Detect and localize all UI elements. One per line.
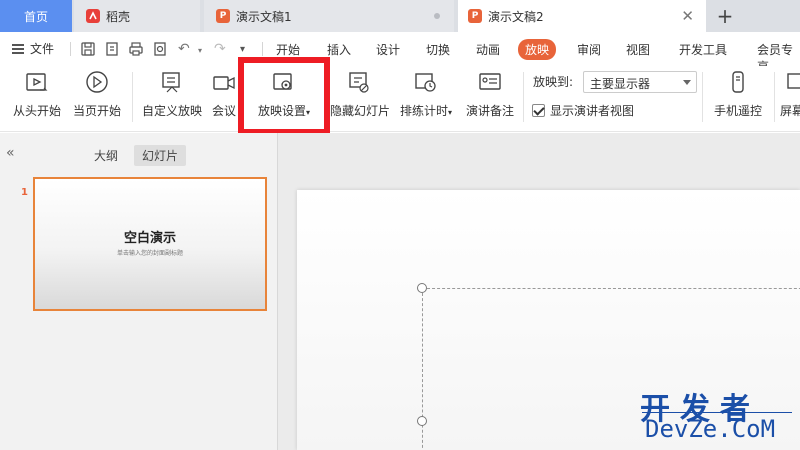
play-from-start-button[interactable]: 从头开始 — [10, 70, 64, 119]
slide-panel: « 大纲 幻灯片 1 空白演示 单击输入您的封面副标题 — [0, 133, 277, 450]
tab-docer[interactable]: 稻壳 — [74, 0, 200, 32]
presenter-view-label: 显示演讲者视图 — [550, 104, 635, 118]
file-menu-label: 文件 — [30, 42, 55, 56]
hide-slide-button[interactable]: 隐藏幻灯片 — [330, 70, 391, 119]
save-icon[interactable] — [80, 41, 96, 57]
divider — [70, 42, 71, 56]
screen-button[interactable]: 屏幕 — [780, 70, 800, 119]
divider — [702, 72, 703, 122]
add-tab-button[interactable]: + — [712, 3, 738, 29]
divider — [523, 72, 524, 122]
divider — [277, 133, 278, 450]
play-current-label: 当页开始 — [72, 104, 121, 118]
menu-bar: 文件 ↶ ▾ ↷ ▾ 开始 插入 设计 切换 动画 放映 审阅 视图 开发工具 … — [0, 32, 800, 74]
speaker-notes-button[interactable]: 演讲备注 — [464, 70, 516, 119]
tab-home[interactable]: 首页 — [0, 0, 72, 32]
resize-handle[interactable] — [417, 283, 427, 293]
custom-show-icon — [162, 72, 180, 93]
speaker-notes-icon — [479, 73, 501, 90]
rehearse-timings-text: 排练计时 — [399, 104, 448, 118]
play-from-start-icon — [26, 73, 48, 91]
menu-transition[interactable]: 切换 — [426, 41, 450, 58]
slide-number: 1 — [21, 187, 28, 198]
meeting-button[interactable]: 会议 — [208, 70, 240, 119]
phone-remote-button[interactable]: 手机遥控 — [710, 70, 766, 119]
phone-remote-label: 手机遥控 — [713, 104, 762, 118]
docer-icon — [86, 9, 100, 23]
tab-docer-label: 稻壳 — [106, 9, 131, 24]
menu-design[interactable]: 设计 — [376, 41, 400, 58]
menu-home[interactable]: 开始 — [276, 41, 300, 58]
divider — [774, 72, 775, 122]
tab-presentation-2-label: 演示文稿2 — [488, 9, 544, 24]
chevron-down-icon — [683, 80, 691, 85]
play-from-start-label: 从头开始 — [12, 104, 61, 118]
resize-handle[interactable] — [417, 416, 427, 426]
ppt-icon: P — [468, 9, 482, 23]
custom-show-button[interactable]: 自定义放映 — [140, 70, 204, 119]
watermark-divider — [642, 412, 792, 413]
menu-animation[interactable]: 动画 — [476, 41, 500, 58]
tab-slides[interactable]: 幻灯片 — [134, 145, 187, 166]
close-icon[interactable]: ✕ — [681, 7, 694, 25]
speaker-notes-label: 演讲备注 — [465, 104, 514, 118]
collapse-panel-icon[interactable]: « — [6, 145, 15, 161]
export-pdf-icon[interactable] — [104, 41, 120, 57]
slide-thumbnail-title: 空白演示 — [123, 231, 176, 246]
tab-presentation-2[interactable]: P 演示文稿2 ✕ — [458, 0, 706, 32]
unsaved-dot-icon — [434, 13, 440, 19]
divider — [132, 72, 133, 122]
menu-developer[interactable]: 开发工具 — [679, 41, 727, 58]
play-circle-icon — [86, 71, 108, 93]
phone-remote-icon — [732, 71, 744, 93]
display-select-value: 主要显示器 — [590, 77, 651, 91]
tab-home-label: 首页 — [23, 9, 48, 24]
menu-insert[interactable]: 插入 — [327, 41, 351, 58]
meeting-label: 会议 — [211, 104, 236, 118]
hamburger-icon — [12, 43, 24, 54]
tab-outline[interactable]: 大纲 — [86, 145, 126, 166]
hide-slide-icon — [349, 72, 369, 93]
custom-show-label: 自定义放映 — [141, 104, 202, 118]
video-meeting-icon — [213, 76, 235, 90]
checkbox-checked-icon[interactable] — [532, 104, 545, 117]
print-preview-icon[interactable] — [152, 41, 168, 57]
redo-icon[interactable]: ↷ — [214, 41, 230, 57]
screen-icon — [787, 73, 800, 89]
menu-review[interactable]: 审阅 — [577, 41, 601, 58]
ribbon: 从头开始 当页开始 自定义放映 会议 放映设置▾ 隐藏幻灯片 排练计时▾ 演讲备… — [0, 66, 800, 132]
print-icon[interactable] — [128, 41, 144, 57]
tab-bar: 首页 稻壳 P 演示文稿1 P 演示文稿2 ✕ + — [0, 0, 800, 32]
rehearse-timings-button[interactable]: 排练计时▾ — [396, 70, 456, 119]
slide-thumbnail[interactable]: 空白演示 单击输入您的封面副标题 — [33, 177, 267, 311]
presenter-view-checkbox[interactable]: 显示演讲者视图 — [532, 102, 634, 119]
slide-thumbnail-subtitle: 单击输入您的封面副标题 — [116, 250, 183, 257]
tab-presentation-1[interactable]: P 演示文稿1 — [204, 0, 454, 32]
screen-label: 屏幕 — [780, 104, 800, 118]
highlight-box — [238, 57, 330, 135]
display-select[interactable]: 主要显示器 — [583, 71, 697, 93]
undo-icon[interactable]: ↶ — [178, 41, 194, 57]
undo-dropdown-icon[interactable]: ▾ — [198, 46, 214, 62]
ppt-icon: P — [216, 9, 230, 23]
play-current-button[interactable]: 当页开始 — [70, 70, 124, 119]
hide-slide-label: 隐藏幻灯片 — [330, 104, 391, 118]
rehearse-timings-label: 排练计时▾ — [396, 102, 456, 119]
rehearse-timings-icon — [415, 73, 436, 92]
tab-presentation-1-label: 演示文稿1 — [236, 9, 292, 24]
menu-slideshow[interactable]: 放映 — [518, 39, 557, 60]
plus-icon: + — [716, 4, 734, 28]
divider — [262, 42, 263, 56]
file-menu[interactable]: 文件 — [12, 40, 54, 57]
watermark-domain: DevZe.CoM — [645, 415, 776, 443]
menu-view[interactable]: 视图 — [626, 41, 650, 58]
dropdown-arrow-icon: ▾ — [448, 108, 453, 117]
play-to-label: 放映到: — [533, 75, 574, 89]
